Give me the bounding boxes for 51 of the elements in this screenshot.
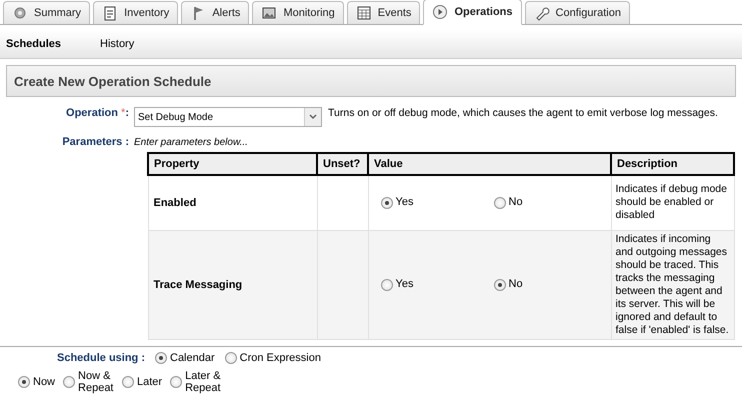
radio-button[interactable] bbox=[63, 376, 76, 388]
radio-button[interactable] bbox=[122, 376, 134, 388]
column-header: Unset? bbox=[317, 153, 368, 175]
radio-label: Later bbox=[137, 376, 162, 388]
tab[interactable]: Alerts bbox=[181, 1, 250, 24]
gear-icon bbox=[12, 5, 28, 21]
clipboard-icon bbox=[102, 5, 118, 21]
radio-button[interactable] bbox=[494, 196, 506, 209]
caret-icon bbox=[309, 114, 317, 120]
parameters-hint: Enter parameters below... bbox=[134, 136, 248, 148]
description-cell: Indicates if debug mode should be enabled or disabled bbox=[611, 175, 734, 230]
radio-button[interactable] bbox=[18, 376, 30, 388]
subtab[interactable]: History bbox=[94, 38, 186, 50]
wrench-icon bbox=[534, 5, 550, 21]
image-icon bbox=[261, 5, 278, 21]
column-header: Property bbox=[148, 153, 317, 175]
description-cell: Indicates if incoming and outgoing messages should be traced. This tracks the messaging between the agent and its server. This will be ignored and default to false if 'enabled' is false. bbox=[611, 230, 734, 339]
radio-label: Later & Repeat bbox=[185, 370, 222, 394]
radio-button[interactable] bbox=[380, 196, 392, 209]
operation-label: Operation *: bbox=[65, 107, 130, 119]
radio-label: Yes bbox=[396, 196, 414, 210]
column-header: Description bbox=[611, 153, 734, 175]
radio-label: Calendar bbox=[170, 352, 215, 364]
schedule-label: Schedule using : bbox=[56, 352, 145, 364]
subtab[interactable]: Schedules bbox=[0, 38, 94, 50]
radio-button[interactable] bbox=[224, 352, 237, 364]
radio-label: Cron Expression bbox=[240, 352, 321, 364]
column-header: Value bbox=[368, 153, 611, 175]
radio-label: Now & Repeat bbox=[78, 370, 114, 394]
tab[interactable]: Events bbox=[346, 1, 420, 24]
operation-dropdown[interactable]: Set Debug Mode bbox=[134, 107, 322, 127]
property-name: Enabled bbox=[148, 175, 317, 230]
tab[interactable]: Summary bbox=[3, 1, 90, 24]
radio-button[interactable] bbox=[155, 352, 167, 364]
radio-label: Yes bbox=[396, 278, 414, 291]
play-icon bbox=[432, 4, 448, 20]
radio-label: Now bbox=[33, 376, 56, 388]
parameters-label: Parameters : bbox=[61, 136, 130, 148]
tab[interactable]: Inventory bbox=[93, 1, 178, 24]
panel-title: Create New Operation Schedule bbox=[6, 65, 736, 97]
radio-button[interactable] bbox=[380, 278, 392, 290]
radio-label: No bbox=[508, 278, 523, 291]
operation-description: Turns on or off debug mode, which causes the agent to emit verbose log messages. bbox=[328, 107, 719, 119]
radio-button[interactable] bbox=[170, 376, 182, 388]
calendar-icon bbox=[356, 5, 372, 21]
tab[interactable]: Operations bbox=[423, 0, 522, 25]
radio-button[interactable] bbox=[494, 278, 506, 290]
property-name: Trace Messaging bbox=[148, 230, 317, 339]
tab[interactable]: Monitoring bbox=[252, 1, 344, 24]
tab[interactable]: Configuration bbox=[524, 1, 630, 24]
radio-label: No bbox=[508, 196, 523, 210]
